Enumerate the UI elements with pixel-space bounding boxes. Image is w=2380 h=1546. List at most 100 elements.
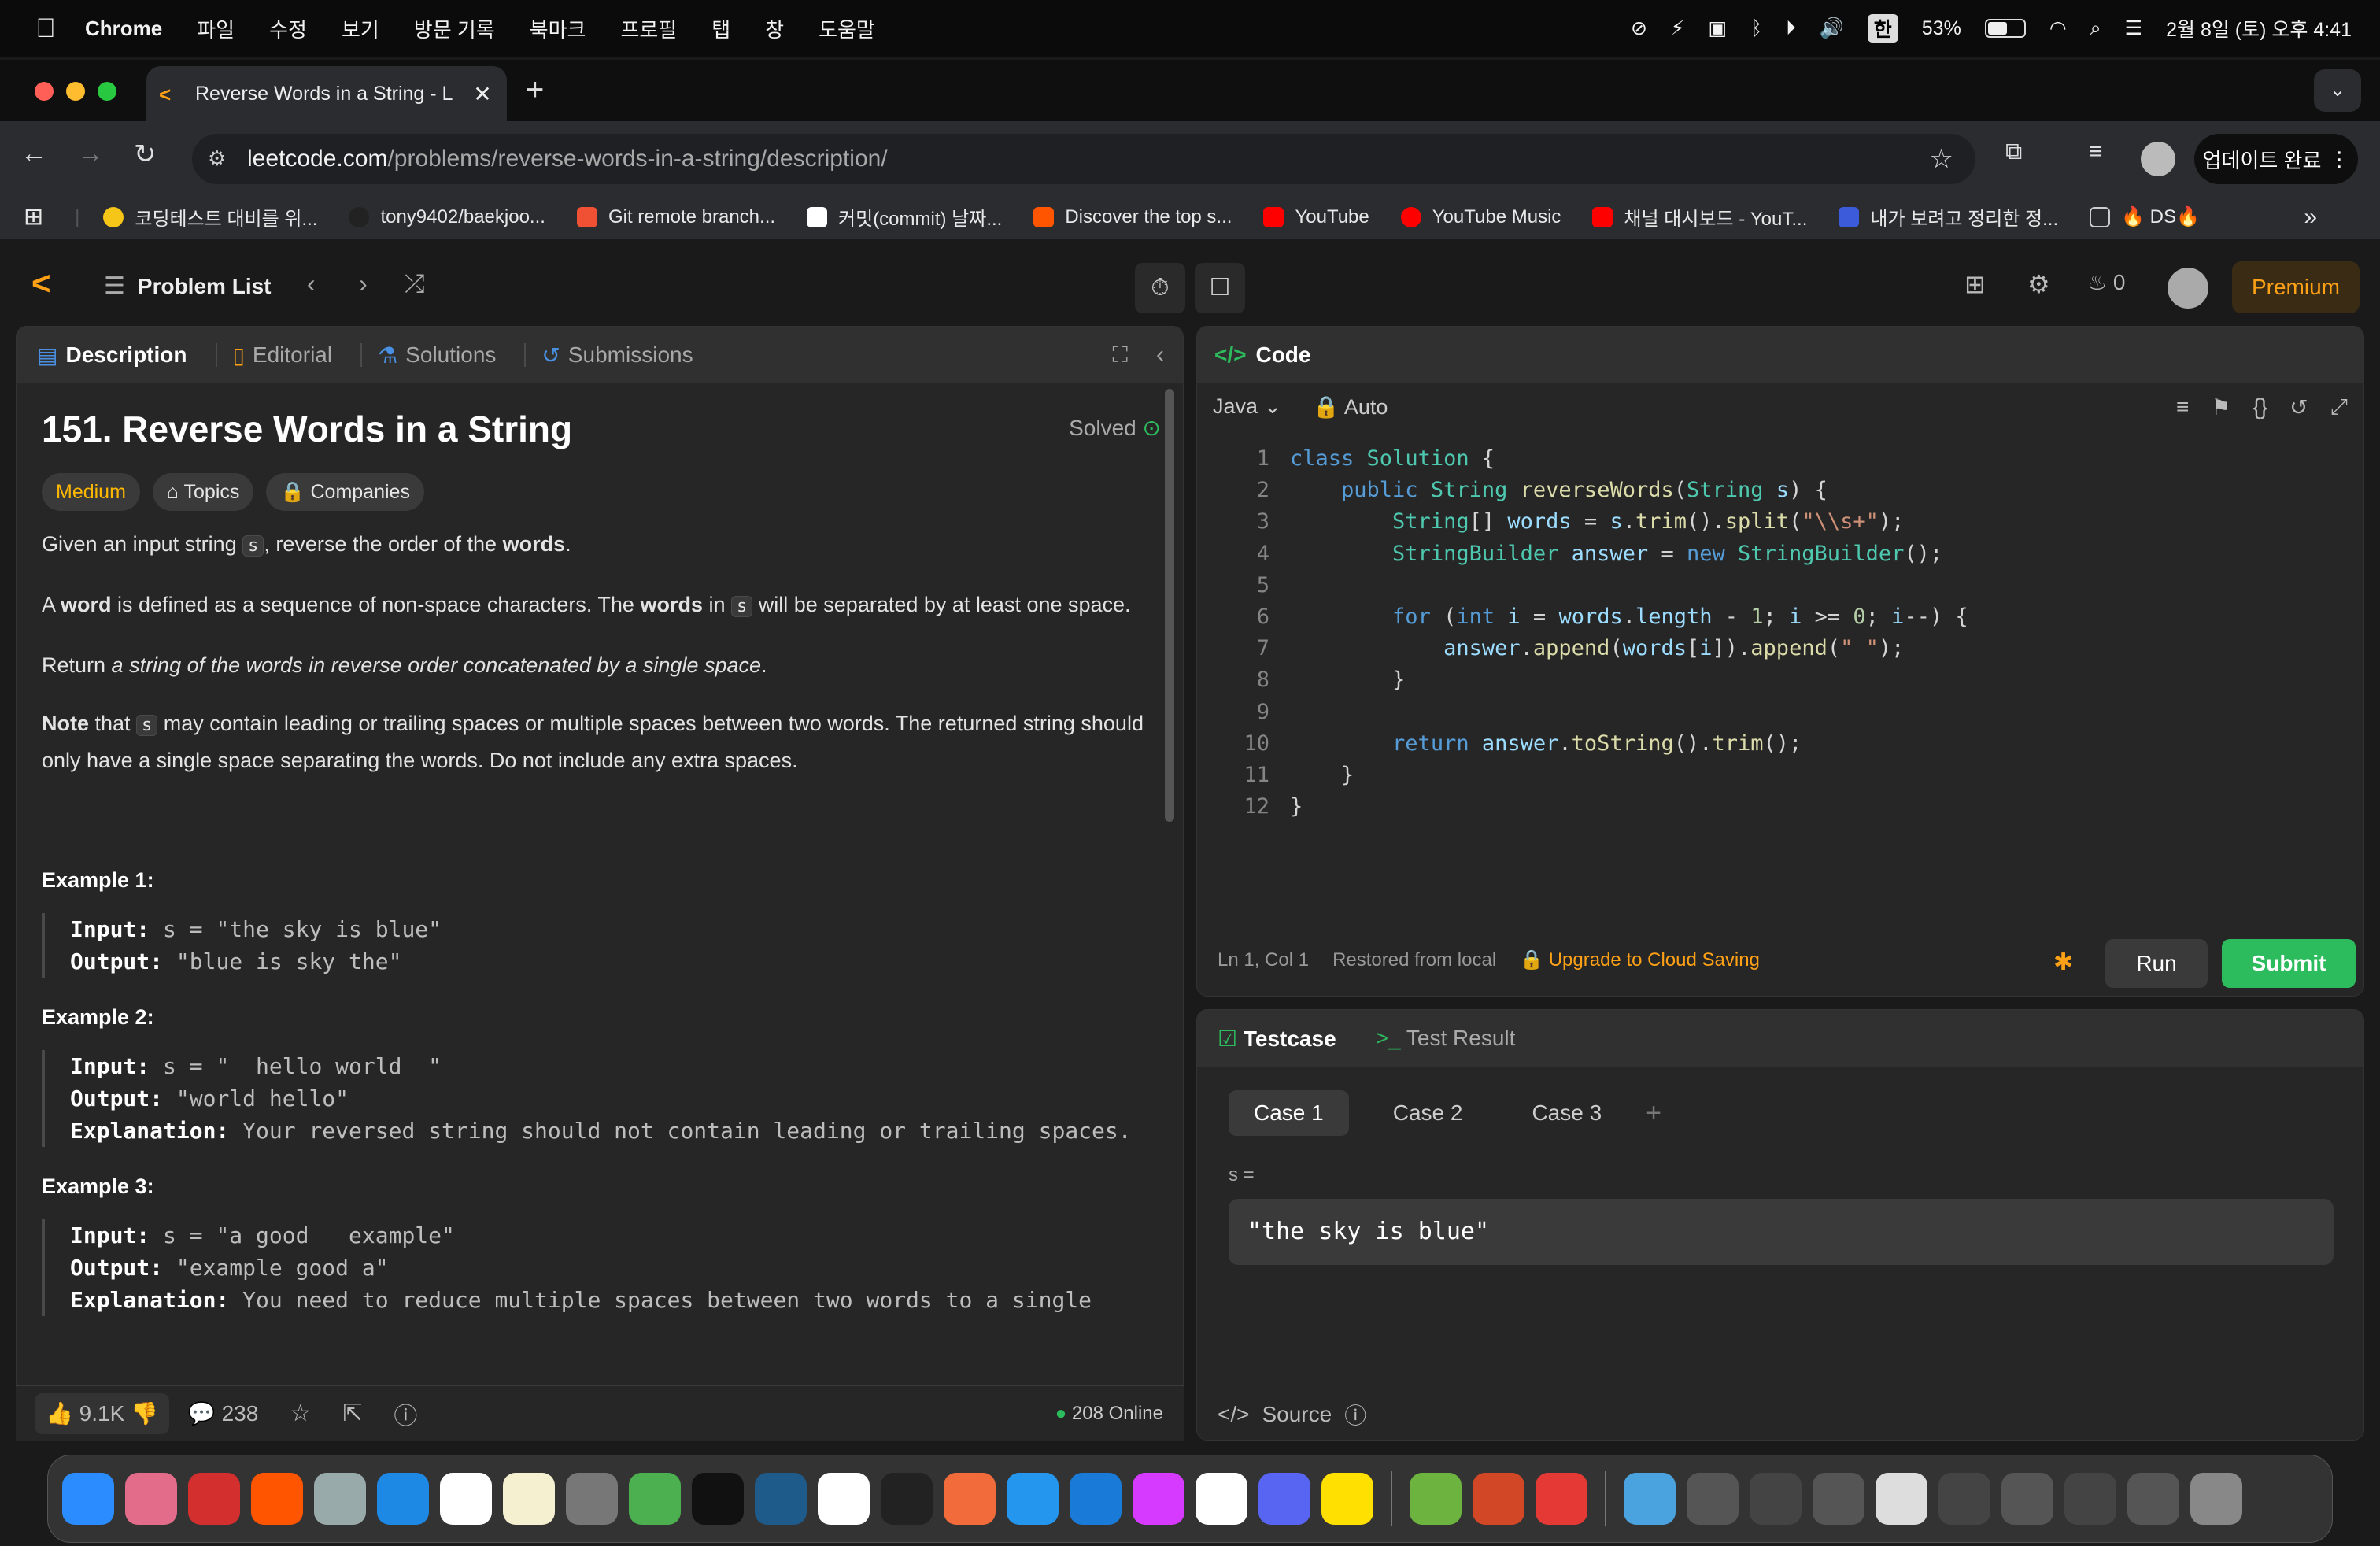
more-bookmarks-icon[interactable]: » xyxy=(2304,204,2317,231)
fullscreen-icon[interactable]: ⤢ xyxy=(2330,394,2348,420)
debug-icon[interactable]: ✱ xyxy=(2053,949,2073,976)
status-icon[interactable]: ⚡ xyxy=(1671,17,1685,40)
bookmark-item[interactable]: 채널 대시보드 - YouT... xyxy=(1592,203,1807,231)
apps-grid-icon[interactable]: ⊞ xyxy=(24,203,43,231)
update-button[interactable]: 업데이트 완료 ⋮ xyxy=(2194,134,2358,184)
favorite-star-icon[interactable]: ☆ xyxy=(290,1400,311,1427)
notes-icon[interactable]: ☐ xyxy=(1195,263,1245,313)
address-bar[interactable]: ⚙ leetcode.com/problems/reverse-words-in… xyxy=(192,134,1975,184)
prev-problem-chevron-icon[interactable]: ‹ xyxy=(307,269,316,298)
bookmark-item[interactable]: Git remote branch... xyxy=(576,206,775,228)
battery-icon[interactable] xyxy=(1984,19,2026,38)
menu-tab[interactable]: 탭 xyxy=(711,14,730,43)
shuffle-icon[interactable]: ⤮ xyxy=(405,269,425,299)
app-icon[interactable] xyxy=(1410,1473,1462,1525)
media-control-icon[interactable]: ≡ xyxy=(2089,139,2103,165)
tab-solutions[interactable]: ⚗ Solutions xyxy=(378,342,496,368)
companies-button[interactable]: 🔒 Companies xyxy=(266,473,424,511)
source-button[interactable]: </> Source ⓘ xyxy=(1218,1399,1366,1430)
browser-tab[interactable]: < Reverse Words in a String - L ✕ xyxy=(146,66,507,121)
launchpad-icon[interactable] xyxy=(125,1473,177,1525)
forward-arrow-icon[interactable]: → xyxy=(77,139,104,169)
close-tab-icon[interactable]: ✕ xyxy=(471,81,494,107)
reset-icon[interactable]: ↺ xyxy=(2289,394,2308,420)
difficulty-badge[interactable]: Medium xyxy=(42,473,140,511)
vscode-icon[interactable] xyxy=(1070,1473,1122,1525)
clock[interactable]: 2월 8일 (토) 오후 4:41 xyxy=(2166,14,2352,43)
zoom-window-button[interactable] xyxy=(98,82,116,101)
slack-icon[interactable] xyxy=(1196,1473,1247,1525)
menu-file[interactable]: 파일 xyxy=(197,14,235,43)
auto-mode[interactable]: 🔒 Auto xyxy=(1313,394,1388,420)
layout-icon[interactable]: ⊞ xyxy=(1964,269,1986,299)
window-thumbnail[interactable] xyxy=(1687,1473,1739,1525)
bookmark-item[interactable]: 커밋(commit) 날짜... xyxy=(807,203,1002,231)
topics-button[interactable]: ⌂ Topics xyxy=(152,473,254,511)
apple-icon[interactable]:  xyxy=(30,13,61,44)
screens-icon[interactable]: ▣ xyxy=(1708,17,1727,40)
soundcloud-icon[interactable] xyxy=(251,1473,303,1525)
menu-profile[interactable]: 프로필 xyxy=(620,14,677,43)
bookmark-item[interactable]: 내가 보려고 정리한 정... xyxy=(1839,203,2058,231)
like-button[interactable]: 👍 9.1K 👎 xyxy=(35,1393,169,1434)
tab-editorial[interactable]: ▯ Editorial xyxy=(233,342,333,368)
profile-avatar[interactable] xyxy=(2141,142,2175,176)
close-window-button[interactable] xyxy=(35,82,54,101)
add-case-icon[interactable]: + xyxy=(1646,1098,1661,1129)
thumbs-down-icon[interactable]: 👎 xyxy=(131,1401,158,1426)
window-thumbnail[interactable] xyxy=(1750,1473,1802,1525)
control-center-icon[interactable]: ☰ xyxy=(2125,17,2142,40)
app-icon[interactable] xyxy=(188,1473,240,1525)
mysql-workbench-icon[interactable] xyxy=(755,1473,807,1525)
bookmark-star-icon[interactable]: ☆ xyxy=(1930,143,1953,175)
new-tab-button[interactable]: + xyxy=(526,72,544,108)
format-icon[interactable]: ≡ xyxy=(2176,394,2189,420)
status-icon[interactable]: ⊘ xyxy=(1631,17,1647,40)
app-icon[interactable] xyxy=(314,1473,366,1525)
minimize-window-button[interactable] xyxy=(66,82,85,101)
user-avatar[interactable] xyxy=(2168,268,2208,309)
back-arrow-icon[interactable]: ← xyxy=(20,139,47,169)
case-tab[interactable]: Case 1 xyxy=(1229,1090,1349,1136)
menu-chrome[interactable]: Chrome xyxy=(85,17,162,41)
site-info-icon[interactable]: ⚙ xyxy=(208,146,233,172)
settings-gear-icon[interactable]: ⚙ xyxy=(2027,269,2050,299)
upgrade-cloud-link[interactable]: 🔒 Upgrade to Cloud Saving xyxy=(1520,949,1760,971)
bookmark-item[interactable]: Discover the top s... xyxy=(1033,206,1232,228)
menu-help[interactable]: 도움말 xyxy=(819,14,875,43)
calendar-icon[interactable] xyxy=(440,1473,492,1525)
notes-icon[interactable] xyxy=(503,1473,555,1525)
terminal-icon[interactable] xyxy=(692,1473,744,1525)
tab-description[interactable]: ▤ Description xyxy=(37,342,187,368)
timer-icon[interactable]: ⏱ xyxy=(1135,263,1185,313)
language-select[interactable]: Java ⌄ xyxy=(1213,394,1281,420)
case-tab[interactable]: Case 2 xyxy=(1368,1090,1488,1136)
figma-icon[interactable] xyxy=(881,1473,933,1525)
bookmark-item[interactable]: YouTube xyxy=(1263,206,1369,228)
bookmark-item[interactable]: YouTube Music xyxy=(1400,206,1561,228)
bluetooth-icon[interactable]: ᛒ xyxy=(1750,17,1762,40)
docker-icon[interactable] xyxy=(1007,1473,1059,1525)
tab-search-chevron-icon[interactable]: ⌄ xyxy=(2314,69,2361,112)
discord-icon[interactable] xyxy=(1258,1473,1310,1525)
app-icon[interactable] xyxy=(1536,1473,1587,1525)
window-thumbnail[interactable] xyxy=(1813,1473,1864,1525)
chrome-icon[interactable] xyxy=(629,1473,681,1525)
wifi-icon[interactable]: ◠ xyxy=(2049,17,2067,40)
ime-indicator[interactable]: 한 xyxy=(1867,14,1898,43)
run-button[interactable]: Run xyxy=(2105,939,2208,988)
collapse-chevron-icon[interactable]: ‹ xyxy=(1156,342,1164,368)
comments-button[interactable]: 💬 238 xyxy=(188,1400,258,1426)
window-thumbnail[interactable] xyxy=(2001,1473,2053,1525)
next-problem-chevron-icon[interactable]: › xyxy=(359,269,368,298)
volume-icon[interactable]: 🔊 xyxy=(1820,17,1844,40)
help-icon[interactable]: ⓘ xyxy=(394,1396,417,1431)
window-thumbnail[interactable] xyxy=(1876,1473,1927,1525)
menu-edit[interactable]: 수정 xyxy=(269,14,307,43)
page-title[interactable]: 151. Reverse Words in a String xyxy=(42,405,1159,453)
play-icon[interactable]: ⏵ xyxy=(1786,17,1796,40)
help-icon[interactable]: ⓘ xyxy=(1344,1399,1366,1430)
tab-test-result[interactable]: >_ Test Result xyxy=(1376,1026,1516,1051)
problem-list-button[interactable]: ☰ Problem List xyxy=(104,272,272,300)
braces-icon[interactable]: {} xyxy=(2252,394,2267,420)
